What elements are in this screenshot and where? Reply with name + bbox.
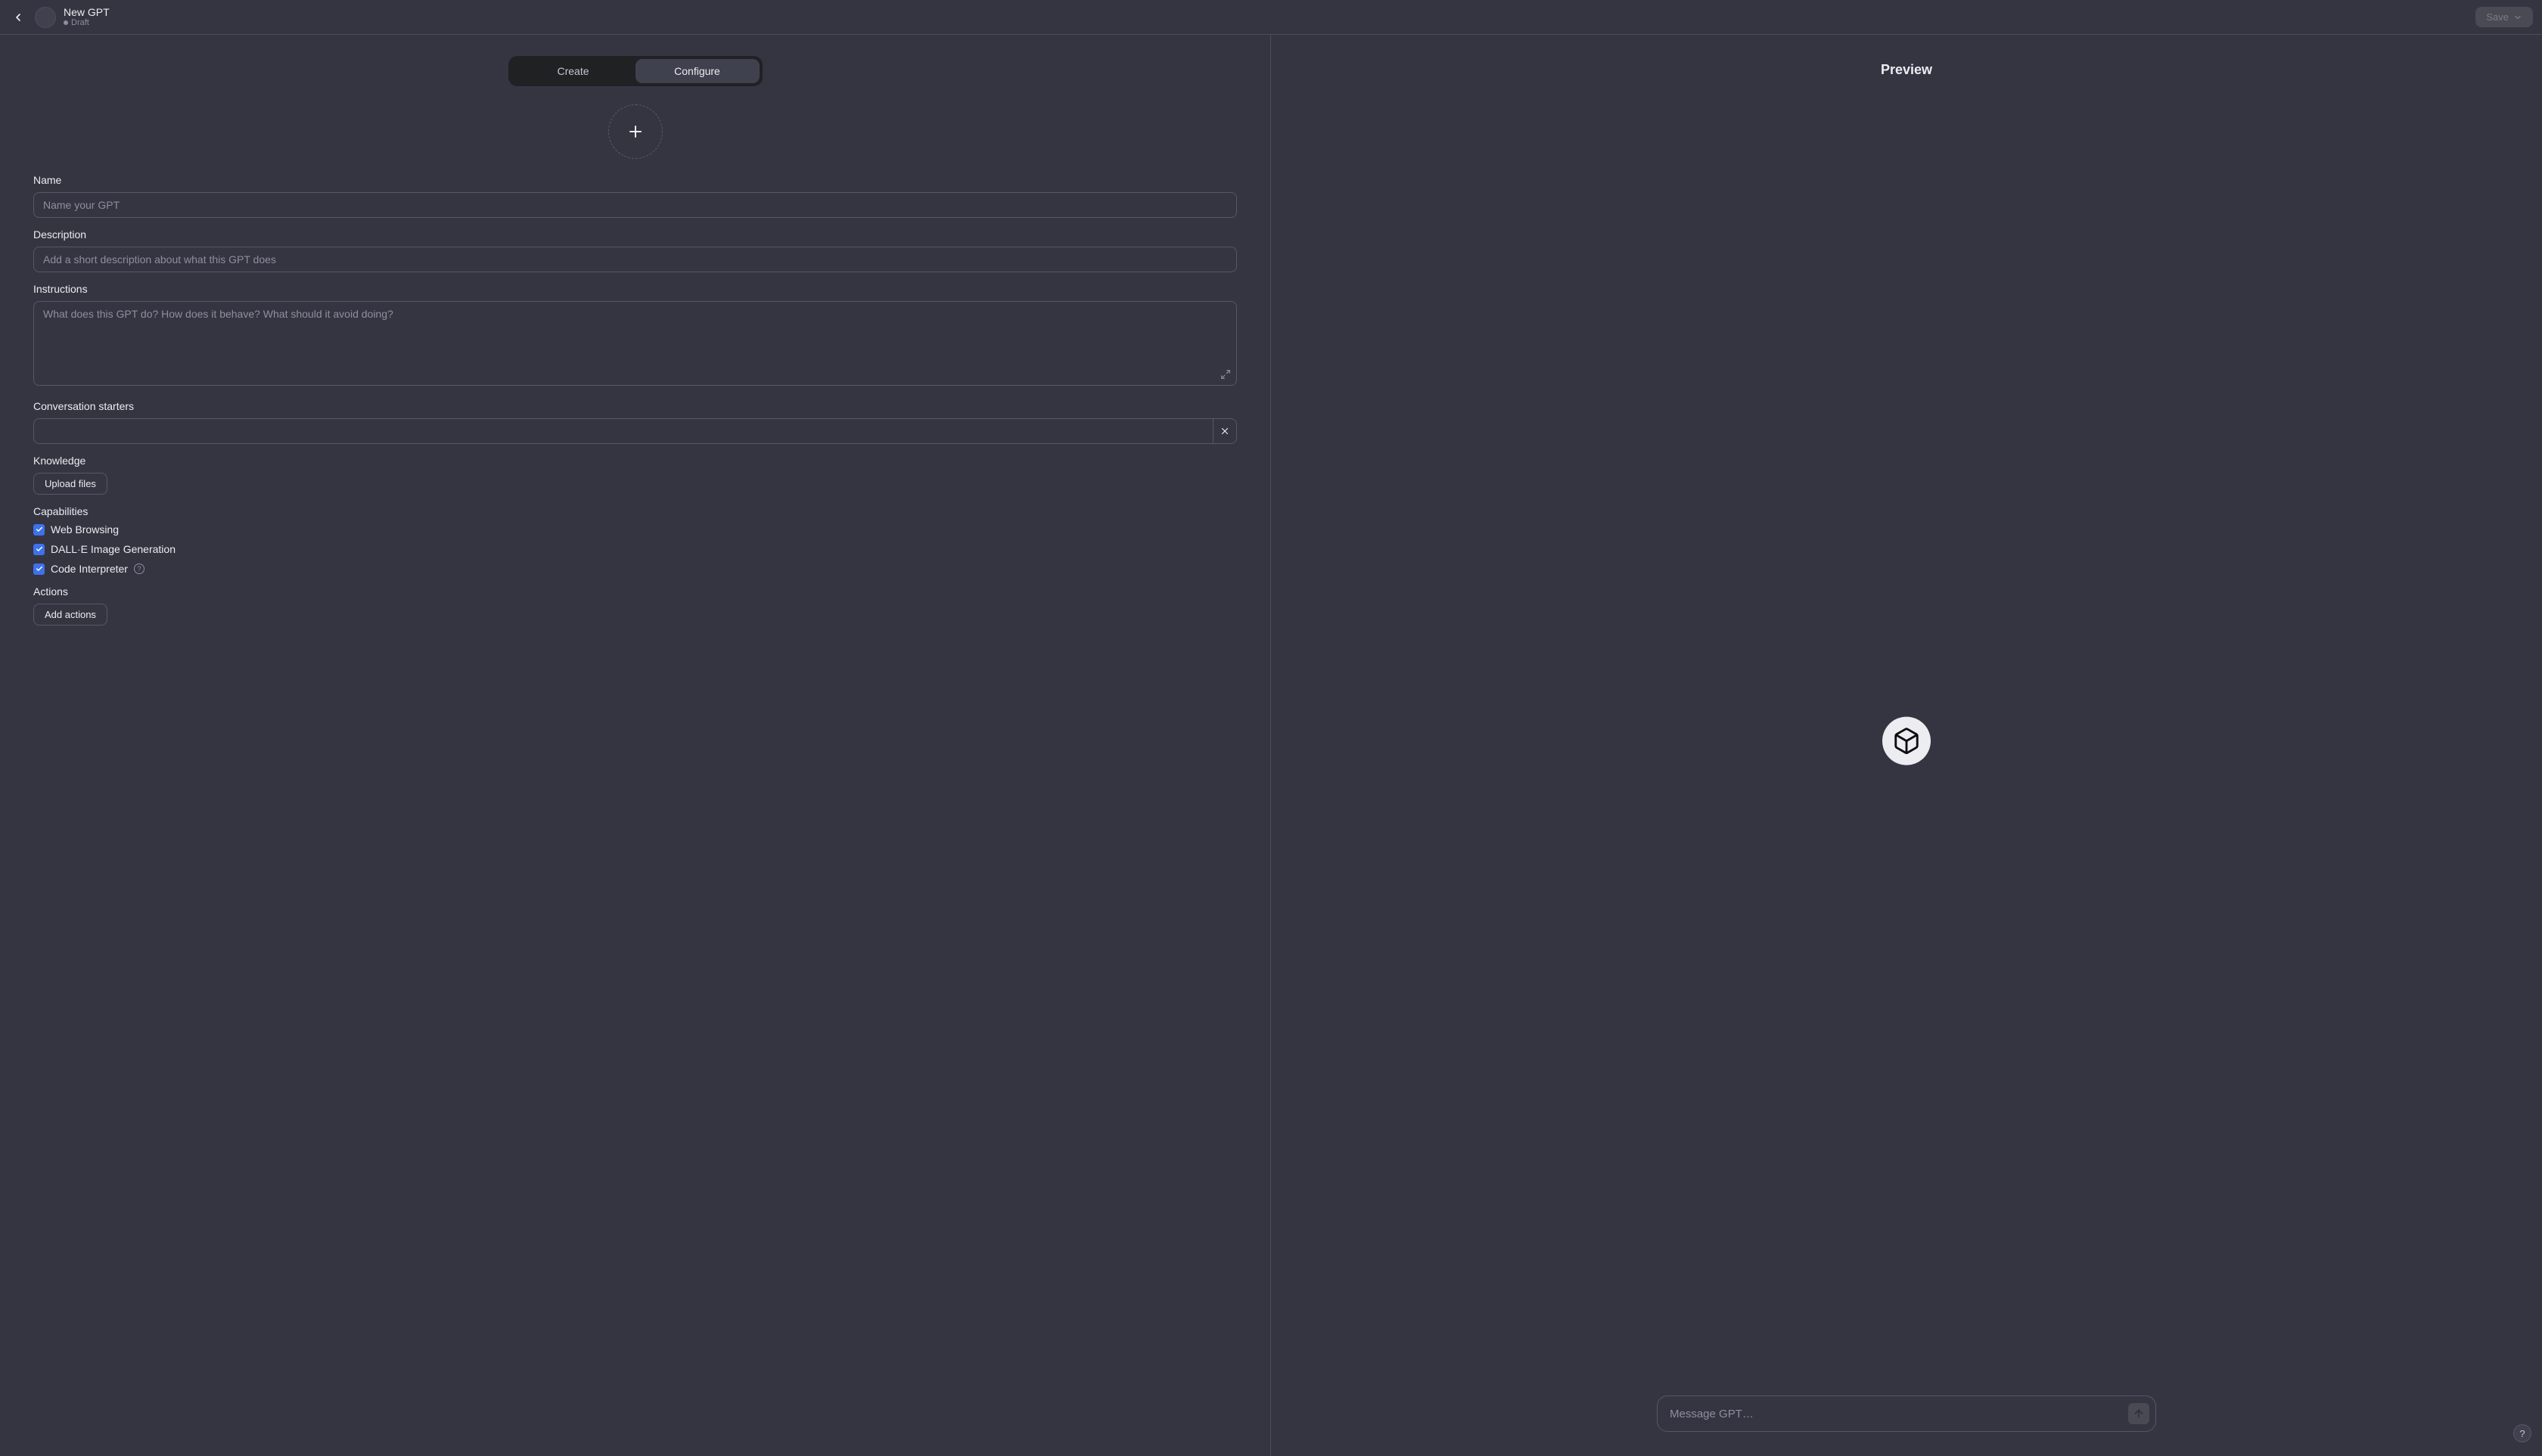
message-bar	[1657, 1395, 2156, 1432]
info-icon[interactable]: ?	[134, 563, 145, 574]
capability-label: DALL·E Image Generation	[51, 543, 176, 555]
avatar-placeholder	[35, 7, 56, 28]
description-label: Description	[33, 228, 1237, 241]
arrow-up-icon	[2133, 1408, 2145, 1420]
check-icon	[36, 545, 43, 553]
check-icon	[36, 565, 43, 573]
left-panel: Create Configure Name Description Instru…	[0, 35, 1271, 1456]
close-icon	[1220, 426, 1230, 436]
page-title: New GPT	[64, 7, 110, 18]
back-button[interactable]	[9, 8, 27, 26]
help-button[interactable]: ?	[2513, 1424, 2531, 1442]
chevron-down-icon	[2513, 13, 2522, 22]
plus-icon	[626, 123, 645, 141]
chevron-left-icon	[12, 11, 24, 23]
expand-button[interactable]	[1220, 369, 1231, 383]
save-label: Save	[2486, 11, 2509, 23]
capability-dalle: DALL·E Image Generation	[33, 543, 1237, 555]
box-icon	[1892, 726, 1921, 755]
main: Create Configure Name Description Instru…	[0, 35, 2542, 1456]
starters-label: Conversation starters	[33, 400, 1237, 412]
form-scroll[interactable]: Name Description Instructions Conversati…	[0, 86, 1270, 1456]
check-icon	[36, 526, 43, 533]
status-badge: Draft	[64, 18, 110, 27]
capability-web-browsing: Web Browsing	[33, 523, 1237, 536]
checkbox-code-interpreter[interactable]	[33, 563, 45, 575]
checkbox-web-browsing[interactable]	[33, 524, 45, 536]
expand-icon	[1220, 369, 1231, 380]
header: New GPT Draft Save	[0, 0, 2542, 35]
description-input[interactable]	[33, 247, 1237, 272]
starter-row	[33, 418, 1237, 444]
name-label: Name	[33, 174, 1237, 186]
tabs: Create Configure	[508, 56, 763, 86]
preview-title: Preview	[1881, 62, 1932, 78]
upload-files-button[interactable]: Upload files	[33, 473, 107, 495]
knowledge-label: Knowledge	[33, 455, 1237, 467]
status-dot-icon	[64, 20, 68, 25]
instructions-label: Instructions	[33, 283, 1237, 295]
starter-input[interactable]	[33, 418, 1213, 444]
message-input[interactable]	[1670, 1408, 2128, 1420]
header-info: New GPT Draft	[64, 7, 110, 27]
instructions-textarea[interactable]	[33, 301, 1237, 386]
add-actions-button[interactable]: Add actions	[33, 604, 107, 626]
capability-label: Code Interpreter	[51, 563, 128, 575]
send-button[interactable]	[2128, 1403, 2149, 1424]
upload-avatar-button[interactable]	[608, 104, 663, 159]
tab-configure[interactable]: Configure	[636, 59, 760, 83]
checkbox-dalle[interactable]	[33, 544, 45, 555]
right-panel: Preview ?	[1271, 35, 2542, 1456]
actions-label: Actions	[33, 585, 1237, 598]
tab-create[interactable]: Create	[511, 59, 636, 83]
name-input[interactable]	[33, 192, 1237, 218]
capability-label: Web Browsing	[51, 523, 119, 536]
capabilities-label: Capabilities	[33, 505, 1237, 517]
save-button[interactable]: Save	[2475, 7, 2533, 27]
capability-code-interpreter: Code Interpreter ?	[33, 563, 1237, 575]
starter-remove-button[interactable]	[1213, 418, 1237, 444]
status-text: Draft	[71, 18, 89, 27]
preview-avatar	[1882, 716, 1931, 765]
